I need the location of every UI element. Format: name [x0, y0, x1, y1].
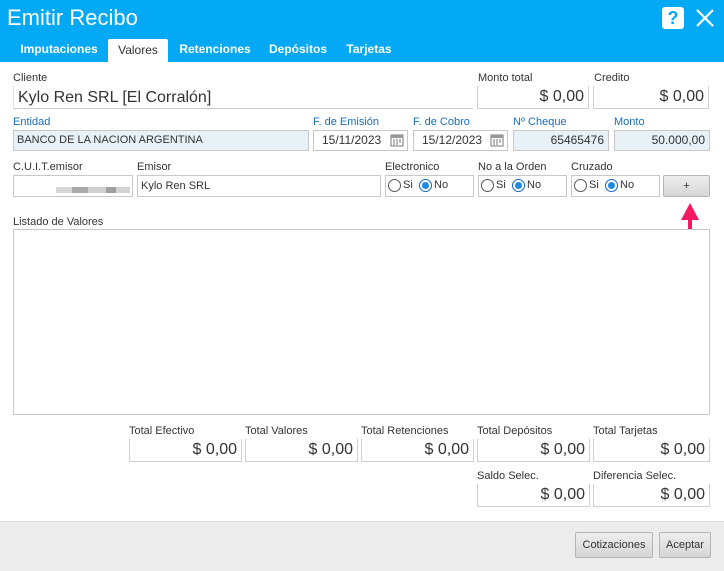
add-valor-button[interactable]: + — [663, 175, 710, 197]
cuit-redaction — [88, 187, 106, 193]
entidad-field[interactable]: BANCO DE LA NACION ARGENTINA — [13, 130, 309, 151]
credito-field: $ 0,00 — [593, 86, 709, 109]
saldo-selec-field: $ 0,00 — [477, 484, 590, 507]
fecha-cobro-value: 15/12/2023 — [422, 133, 483, 147]
total-valores-field: $ 0,00 — [245, 439, 358, 462]
saldo-selec-label: Saldo Selec. — [477, 470, 539, 482]
cuit-emisor-label: C.U.I.T.emisor — [13, 161, 83, 173]
diferencia-selec-field: $ 0,00 — [593, 484, 710, 507]
cliente-label: Cliente — [13, 72, 48, 84]
total-efectivo-field: $ 0,00 — [129, 439, 242, 462]
cruzado-no-radio[interactable] — [605, 179, 618, 192]
emisor-label: Emisor — [137, 161, 172, 173]
fecha-emision-value: 15/11/2023 — [322, 133, 382, 147]
total-depositos-label: Total Depósitos — [477, 425, 553, 437]
cruzado-no-label: No — [620, 179, 635, 191]
electronico-no-radio[interactable] — [419, 179, 432, 192]
cruzado-label: Cruzado — [571, 161, 613, 173]
total-retenciones-field: $ 0,00 — [361, 439, 474, 462]
total-retenciones-label: Total Retenciones — [361, 425, 449, 437]
nro-cheque-field[interactable]: 65465476 — [513, 130, 609, 151]
fecha-cobro-label: F. de Cobro — [413, 116, 470, 128]
tab-imputaciones[interactable]: Imputaciones — [13, 38, 105, 62]
footer-bar: Cotizaciones Aceptar — [0, 521, 724, 571]
no-a-la-orden-no-label: No — [527, 179, 542, 191]
total-tarjetas-field: $ 0,00 — [593, 439, 710, 462]
no-a-la-orden-no-radio[interactable] — [512, 179, 525, 192]
electronico-si-radio[interactable] — [388, 179, 401, 192]
close-icon[interactable] — [693, 6, 717, 30]
tab-bar: Imputaciones Valores Retenciones Depósit… — [0, 38, 724, 62]
total-tarjetas-label: Total Tarjetas — [593, 425, 658, 437]
entidad-label: Entidad — [13, 116, 51, 128]
no-a-la-orden-si-label: Si — [496, 179, 506, 191]
cliente-field[interactable]: Kylo Ren SRL [El Corralón] — [13, 86, 473, 109]
no-a-la-orden-si-radio[interactable] — [481, 179, 494, 192]
window-title: Emitir Recibo — [7, 5, 138, 30]
diferencia-selec-label: Diferencia Selec. — [593, 470, 677, 482]
title-bar: Emitir Recibo ? — [0, 0, 724, 38]
tab-tarjetas[interactable]: Tarjetas — [340, 38, 398, 62]
cuit-redaction — [56, 187, 72, 193]
monto-total-field: $ 0,00 — [477, 86, 589, 109]
help-icon[interactable]: ? — [662, 7, 684, 29]
emisor-field[interactable]: Kylo Ren SRL — [137, 175, 381, 197]
tab-retenciones[interactable]: Retenciones — [172, 38, 258, 62]
tab-depositos[interactable]: Depósitos — [262, 38, 334, 62]
electronico-si-label: Si — [403, 179, 413, 191]
listado-label: Listado de Valores — [13, 216, 104, 228]
cuit-redaction — [72, 187, 88, 193]
cuit-redaction — [116, 187, 130, 193]
monto-field[interactable]: 50.000,00 — [614, 130, 710, 151]
cruzado-si-label: Si — [589, 179, 599, 191]
electronico-label: Electronico — [385, 161, 440, 173]
fecha-emision-label: F. de Emisión — [313, 116, 380, 128]
nro-cheque-label: Nº Cheque — [513, 116, 567, 128]
total-depositos-field: $ 0,00 — [477, 439, 590, 462]
cuit-redaction — [106, 187, 116, 193]
electronico-no-label: No — [434, 179, 449, 191]
calendar-icon[interactable] — [390, 133, 404, 147]
tab-valores[interactable]: Valores — [108, 39, 168, 62]
cuit-emisor-field[interactable] — [13, 175, 133, 197]
calendar-icon[interactable] — [490, 133, 504, 147]
monto-total-label: Monto total — [478, 72, 533, 84]
monto-label: Monto — [614, 116, 645, 128]
credito-label: Credito — [594, 72, 630, 84]
no-a-la-orden-label: No a la Orden — [478, 161, 547, 173]
cotizaciones-button[interactable]: Cotizaciones — [575, 532, 653, 558]
total-valores-label: Total Valores — [245, 425, 308, 437]
aceptar-button[interactable]: Aceptar — [659, 532, 711, 558]
listado-valores-list[interactable] — [13, 229, 710, 415]
total-efectivo-label: Total Efectivo — [129, 425, 195, 437]
cruzado-si-radio[interactable] — [574, 179, 587, 192]
